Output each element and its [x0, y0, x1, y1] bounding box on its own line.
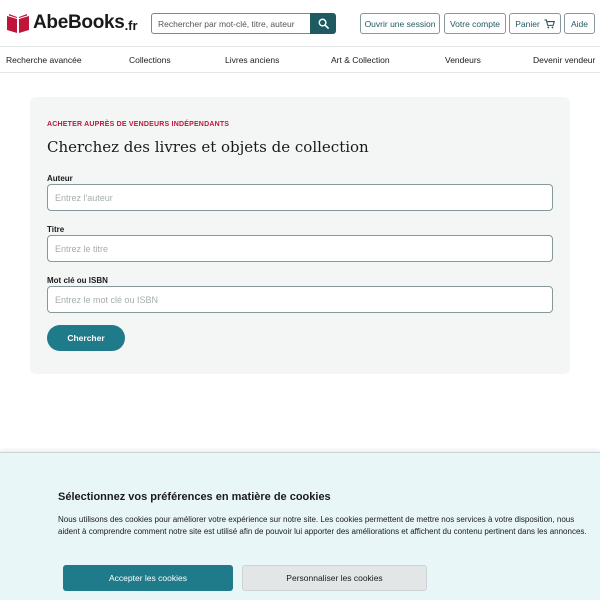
- cart-label: Panier: [515, 18, 540, 29]
- nav-item-become-seller[interactable]: Devenir vendeur: [533, 55, 595, 65]
- card-eyebrow: ACHETER AUPRÈS DE VENDEURS INDÉPENDANTS: [47, 121, 230, 128]
- title-field[interactable]: [47, 235, 553, 262]
- cookie-banner: Sélectionnez vos préférences en matière …: [0, 452, 600, 600]
- author-label: Auteur: [47, 174, 73, 183]
- cookie-text: Nous utilisons des cookies pour améliore…: [58, 515, 587, 536]
- nav-item-art-collectibles[interactable]: Art & Collection: [331, 55, 390, 65]
- accept-cookies-button[interactable]: Accepter les cookies: [63, 565, 233, 591]
- search-input[interactable]: [151, 13, 310, 34]
- site-header: AbeBooks .fr Ouvrir une session Votre co…: [0, 0, 600, 46]
- nav-item-sellers[interactable]: Vendeurs: [445, 55, 481, 65]
- logo-tld: .fr: [124, 17, 138, 33]
- header-search: [151, 13, 336, 34]
- main-nav: Recherche avancée Collections Livres anc…: [0, 46, 600, 73]
- cart-icon: [544, 18, 555, 28]
- nav-item-collections[interactable]: Collections: [129, 55, 171, 65]
- search-submit-button[interactable]: Chercher: [47, 325, 125, 351]
- search-button[interactable]: [310, 13, 336, 34]
- keyword-field[interactable]: [47, 286, 553, 313]
- cart-button[interactable]: Panier: [509, 13, 561, 34]
- sign-in-button[interactable]: Ouvrir une session: [360, 13, 440, 34]
- nav-item-rare-books[interactable]: Livres anciens: [225, 55, 279, 65]
- search-card: ACHETER AUPRÈS DE VENDEURS INDÉPENDANTS …: [30, 97, 570, 374]
- logo-name: AbeBooks: [33, 12, 125, 33]
- help-button[interactable]: Aide: [564, 13, 595, 34]
- search-icon: [318, 18, 329, 29]
- keyword-label: Mot clé ou ISBN: [47, 276, 108, 285]
- abebooks-logo[interactable]: AbeBooks .fr: [6, 11, 138, 35]
- card-title: Cherchez des livres et objets de collect…: [47, 138, 369, 156]
- book-logo-icon: [7, 14, 29, 33]
- nav-item-advanced-search[interactable]: Recherche avancée: [6, 55, 82, 65]
- title-label: Titre: [47, 225, 65, 234]
- cookie-title: Sélectionnez vos préférences en matière …: [58, 491, 331, 503]
- customize-cookies-button[interactable]: Personnaliser les cookies: [242, 565, 427, 591]
- author-field[interactable]: [47, 184, 553, 211]
- account-button[interactable]: Votre compte: [444, 13, 506, 34]
